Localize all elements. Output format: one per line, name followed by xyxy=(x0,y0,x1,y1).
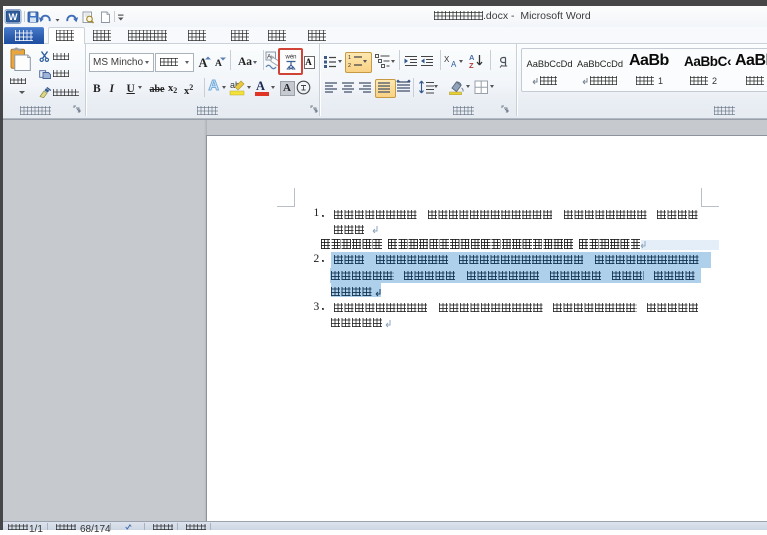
svg-text:A: A xyxy=(451,60,457,68)
svg-text:1: 1 xyxy=(348,55,351,61)
svg-text:Z: Z xyxy=(469,61,474,69)
svg-text:X: X xyxy=(444,55,450,64)
svg-text:wén: wén xyxy=(284,55,296,61)
svg-text:2: 2 xyxy=(348,63,351,68)
svg-text:W: W xyxy=(9,12,18,23)
